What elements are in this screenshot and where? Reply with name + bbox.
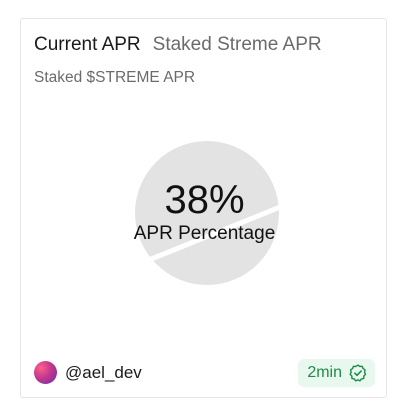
apr-value-label: APR Percentage — [133, 223, 276, 244]
avatar[interactable] — [34, 361, 57, 384]
apr-value: 38% — [164, 178, 245, 222]
author-handle[interactable]: @ael_dev — [65, 363, 142, 383]
tab-current-apr[interactable]: Current APR — [34, 34, 141, 56]
time-badge: 2min — [298, 359, 375, 387]
header-tabs: Current APR Staked Streme APR — [34, 34, 322, 56]
time-ago: 2min — [307, 364, 342, 381]
author[interactable]: @ael_dev — [34, 361, 142, 384]
tab-staked-streme-apr[interactable]: Staked Streme APR — [153, 34, 322, 56]
verified-badge-icon — [349, 364, 367, 382]
apr-card: Current APR Staked Streme APR Staked $ST… — [20, 18, 387, 398]
card-subtitle: Staked $STREME APR — [34, 69, 196, 86]
